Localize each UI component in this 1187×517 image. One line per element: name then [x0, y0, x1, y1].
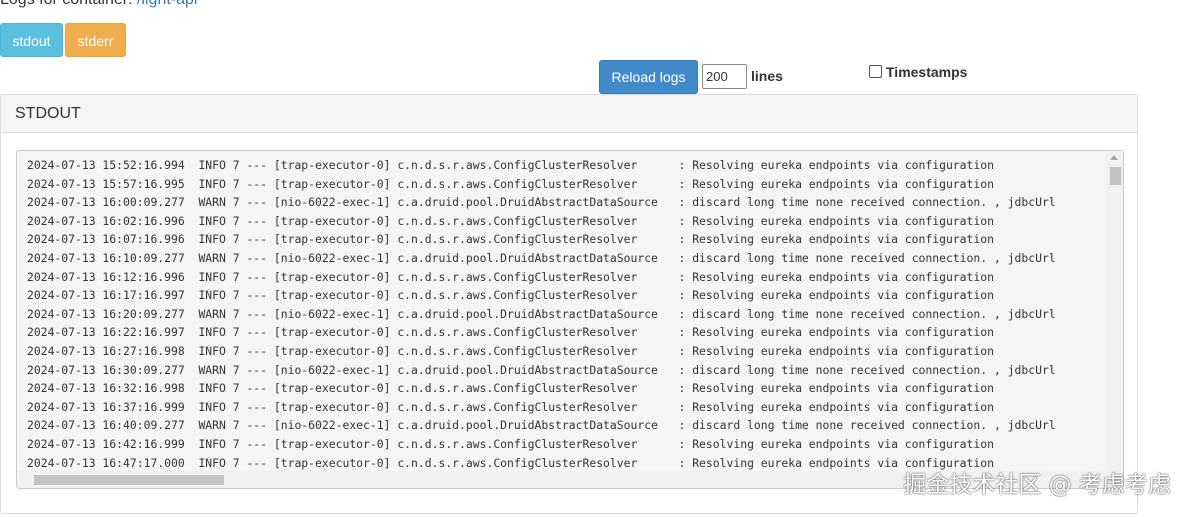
log-line: 2024-07-13 16:40:09.277 WARN 7 --- [nio-…: [27, 418, 1056, 433]
lines-count-input[interactable]: [702, 64, 747, 89]
log-line: 2024-07-13 16:42:16.999 INFO 7 --- [trap…: [27, 436, 994, 451]
log-line: 2024-07-13 16:32:16.998 INFO 7 --- [trap…: [27, 381, 994, 396]
log-line: 2024-07-13 16:00:09.277 WARN 7 --- [nio-…: [27, 195, 1056, 210]
stdout-button[interactable]: stdout: [0, 23, 63, 57]
log-line: 2024-07-13 16:27:16.998 INFO 7 --- [trap…: [27, 343, 994, 358]
log-line: 2024-07-13 16:22:16.997 INFO 7 --- [trap…: [27, 325, 994, 340]
container-name-link[interactable]: /light-api: [137, 0, 197, 8]
log-line: 2024-07-13 16:12:16.996 INFO 7 --- [trap…: [27, 269, 994, 284]
container-header-label: Logs for container:: [0, 0, 133, 8]
vertical-scroll-thumb[interactable]: [1110, 167, 1121, 185]
reload-logs-button[interactable]: Reload logs: [599, 60, 698, 94]
log-line: 2024-07-13 15:57:16.995 INFO 7 --- [trap…: [27, 176, 994, 191]
log-line: 2024-07-13 16:20:09.277 WARN 7 --- [nio-…: [27, 306, 1056, 321]
timestamps-label[interactable]: Timestamps: [886, 64, 967, 80]
stderr-button[interactable]: stderr: [65, 23, 126, 57]
log-line: 2024-07-13 16:07:16.996 INFO 7 --- [trap…: [27, 232, 994, 247]
panel-title: STDOUT: [1, 95, 1137, 133]
log-line: 2024-07-13 16:47:17.000 INFO 7 --- [trap…: [27, 455, 994, 470]
log-output[interactable]: 2024-07-13 15:52:16.994 INFO 7 --- [trap…: [16, 150, 1124, 489]
log-line: 2024-07-13 16:37:16.999 INFO 7 --- [trap…: [27, 399, 994, 414]
log-line: 2024-07-13 16:10:09.277 WARN 7 --- [nio-…: [27, 250, 1056, 265]
vertical-scrollbar[interactable]: [1106, 151, 1123, 471]
log-line: 2024-07-13 16:17:16.997 INFO 7 --- [trap…: [27, 288, 994, 303]
container-header: Logs for container: /light-api: [0, 0, 197, 9]
log-lines: 2024-07-13 15:52:16.994 INFO 7 --- [trap…: [27, 156, 1056, 472]
lines-label: lines: [751, 68, 783, 84]
scroll-up-icon[interactable]: [1110, 155, 1118, 160]
log-line: 2024-07-13 15:52:16.994 INFO 7 --- [trap…: [27, 158, 994, 172]
horizontal-scroll-thumb[interactable]: [34, 475, 224, 485]
timestamps-checkbox[interactable]: [869, 65, 882, 78]
log-line: 2024-07-13 16:30:09.277 WARN 7 --- [nio-…: [27, 362, 1056, 377]
log-line: 2024-07-13 16:02:16.996 INFO 7 --- [trap…: [27, 213, 994, 228]
stdout-panel: STDOUT 2024-07-13 15:52:16.994 INFO 7 --…: [0, 94, 1138, 514]
watermark: 掘金技术社区 @ 考虑考虑: [903, 472, 1171, 498]
